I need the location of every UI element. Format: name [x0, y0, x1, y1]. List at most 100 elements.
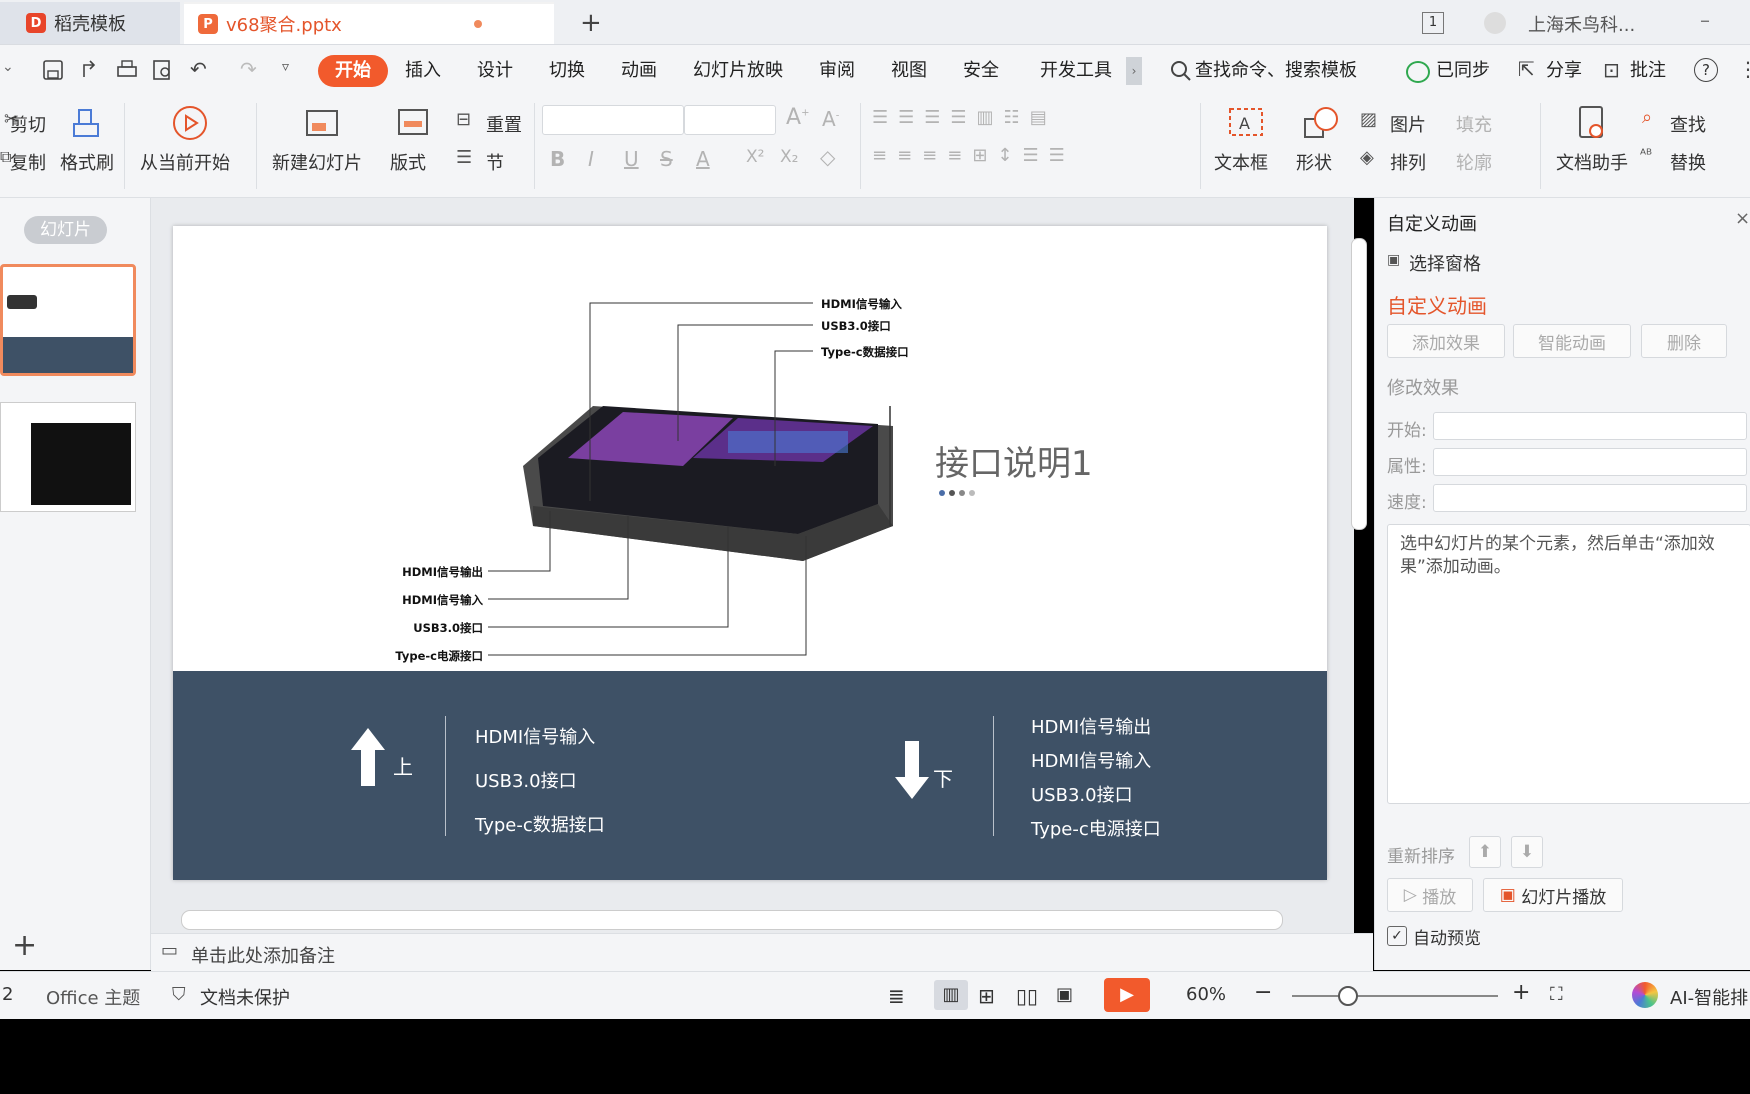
- replace-button[interactable]: 替换: [1670, 149, 1706, 175]
- close-icon[interactable]: ×: [1735, 208, 1750, 229]
- menu-tab-transition[interactable]: 切换: [549, 45, 585, 97]
- slide-sorter-icon[interactable]: ⊞: [978, 984, 995, 1008]
- font-color-icon[interactable]: A: [696, 147, 710, 171]
- redo-icon[interactable]: ↷: [240, 57, 257, 81]
- reset-button[interactable]: 重置: [486, 111, 522, 137]
- protection-status[interactable]: 文档未保护: [200, 984, 290, 1010]
- font-family-select[interactable]: [542, 105, 684, 135]
- menu-tab-animation[interactable]: 动画: [621, 45, 657, 97]
- theme-name[interactable]: Office 主题: [46, 984, 140, 1010]
- menu-tab-insert[interactable]: 插入: [405, 45, 441, 97]
- animation-list[interactable]: 选中幻灯片的某个元素，然后单击“添加效果”添加动画。: [1387, 524, 1750, 804]
- window-count-badge[interactable]: 1: [1422, 12, 1444, 34]
- chevron-down-icon[interactable]: ⌄: [2, 59, 14, 75]
- move-down-icon[interactable]: ⬇: [1511, 836, 1543, 868]
- speed-select[interactable]: [1433, 484, 1747, 512]
- add-effect-button[interactable]: 添加效果: [1387, 324, 1505, 358]
- new-slide-button[interactable]: 新建幻灯片: [272, 149, 362, 175]
- horizontal-scrollbar[interactable]: [181, 910, 1283, 930]
- layout-button[interactable]: 版式: [390, 149, 426, 175]
- menu-tab-start[interactable]: 开始: [318, 55, 388, 87]
- save-icon[interactable]: [42, 59, 64, 81]
- undo-icon[interactable]: ↶: [190, 57, 207, 81]
- shape-button[interactable]: 形状: [1296, 149, 1332, 175]
- tab-docer[interactable]: D 稻壳模板: [0, 2, 180, 44]
- slide-thumbnail-1[interactable]: [0, 264, 136, 376]
- menu-tab-slideshow[interactable]: 幻灯片放映: [693, 45, 783, 97]
- menu-scroll-right-icon[interactable]: ›: [1126, 57, 1142, 85]
- notes-bar[interactable]: ▭ 单击此处添加备注: [151, 933, 1373, 971]
- print-icon[interactable]: [116, 59, 138, 81]
- smart-animation-button[interactable]: 智能动画: [1513, 324, 1631, 358]
- play-slideshow-icon[interactable]: ▶: [1104, 978, 1150, 1012]
- slide[interactable]: HDMI信号输入 USB3.0接口 Type-c数据接口 HDMI信号输出 HD…: [173, 226, 1327, 880]
- find-button[interactable]: 查找: [1670, 111, 1706, 137]
- bold-icon[interactable]: B: [550, 147, 565, 171]
- auto-preview-checkbox[interactable]: ✓: [1387, 926, 1407, 946]
- reading-view-icon[interactable]: ▯▯: [1016, 984, 1038, 1008]
- start-select[interactable]: [1433, 412, 1747, 440]
- export-icon[interactable]: [80, 59, 102, 81]
- superscript-icon[interactable]: X²: [746, 147, 764, 167]
- normal-view-icon[interactable]: ▥: [934, 980, 968, 1010]
- presenter-view-icon[interactable]: ▣: [1056, 984, 1073, 1005]
- minimize-icon[interactable]: –: [1700, 8, 1710, 32]
- avatar[interactable]: [1484, 12, 1506, 34]
- outline-button[interactable]: 轮廓: [1456, 149, 1492, 175]
- increase-font-icon[interactable]: A+: [786, 105, 809, 130]
- menu-tab-security[interactable]: 安全: [963, 45, 999, 97]
- more-icon[interactable]: ⋮: [1738, 57, 1750, 81]
- vertical-scrollbar[interactable]: [1351, 208, 1367, 928]
- selection-pane-link[interactable]: 选择窗格: [1409, 250, 1481, 276]
- subscript-icon[interactable]: X₂: [780, 147, 798, 167]
- property-select[interactable]: [1433, 448, 1747, 476]
- menu-tab-review[interactable]: 审阅: [819, 45, 855, 97]
- textbox-button[interactable]: 文本框: [1214, 149, 1268, 175]
- command-search[interactable]: 查找命令、搜索模板: [1195, 45, 1357, 97]
- format-painter-button[interactable]: 格式刷: [60, 149, 114, 175]
- tab-document[interactable]: P v68聚合.pptx: [184, 2, 554, 44]
- doc-helper-button[interactable]: 文档助手: [1556, 149, 1628, 175]
- tab-slides[interactable]: 幻灯片: [24, 216, 107, 244]
- scrollbar-thumb[interactable]: [1351, 238, 1367, 530]
- delete-button[interactable]: 删除: [1641, 324, 1727, 358]
- menu-tab-view[interactable]: 视图: [891, 45, 927, 97]
- menu-tab-design[interactable]: 设计: [477, 45, 513, 97]
- zoom-slider[interactable]: [1292, 995, 1498, 997]
- slideshow-button[interactable]: ▣ 幻灯片播放: [1483, 878, 1623, 912]
- menu-tab-dev[interactable]: 开发工具: [1040, 45, 1112, 97]
- pane-header[interactable]: 自定义动画: [1387, 210, 1477, 236]
- account-name[interactable]: 上海禾鸟科...: [1528, 11, 1635, 37]
- page-indicator[interactable]: 2: [2, 984, 13, 1005]
- copy-button[interactable]: 复制: [10, 149, 46, 175]
- paragraph-list-icons[interactable]: ☰☰☰☰▥☷▤: [872, 107, 1057, 128]
- zoom-slider-thumb[interactable]: [1338, 986, 1358, 1006]
- decrease-font-icon[interactable]: A-: [822, 107, 839, 131]
- picture-button[interactable]: 图片: [1390, 111, 1426, 137]
- from-current-button[interactable]: 从当前开始: [140, 149, 230, 175]
- notes-placeholder[interactable]: 单击此处添加备注: [191, 942, 335, 968]
- italic-icon[interactable]: I: [588, 147, 594, 171]
- font-size-select[interactable]: [684, 105, 776, 135]
- arrange-button[interactable]: 排列: [1390, 149, 1426, 175]
- play-button[interactable]: ▷ 播放: [1387, 878, 1473, 912]
- strikethrough-icon[interactable]: S: [660, 147, 673, 171]
- cut-button[interactable]: 剪切: [10, 111, 46, 137]
- notes-view-icon[interactable]: ≣: [888, 984, 905, 1008]
- fit-window-icon[interactable]: ⛶: [1550, 984, 1563, 1005]
- slide-thumbnail-2[interactable]: [0, 402, 136, 512]
- zoom-out-icon[interactable]: −: [1254, 980, 1272, 1005]
- help-icon[interactable]: ?: [1694, 58, 1718, 82]
- underline-icon[interactable]: U: [624, 147, 639, 171]
- move-up-icon[interactable]: ⬆: [1469, 836, 1501, 868]
- clear-format-icon[interactable]: ◇: [820, 145, 835, 169]
- zoom-level[interactable]: 60%: [1186, 984, 1226, 1005]
- section-button[interactable]: 节: [486, 149, 504, 175]
- zoom-in-icon[interactable]: +: [1512, 980, 1530, 1005]
- annotate-button[interactable]: 批注: [1630, 45, 1666, 97]
- add-slide-icon[interactable]: +: [12, 928, 37, 963]
- ai-layout-button[interactable]: AI-智能排: [1670, 984, 1748, 1010]
- new-tab-icon[interactable]: +: [580, 8, 602, 38]
- sync-status[interactable]: 已同步: [1436, 45, 1490, 97]
- customize-qat-icon[interactable]: ▿: [282, 59, 289, 75]
